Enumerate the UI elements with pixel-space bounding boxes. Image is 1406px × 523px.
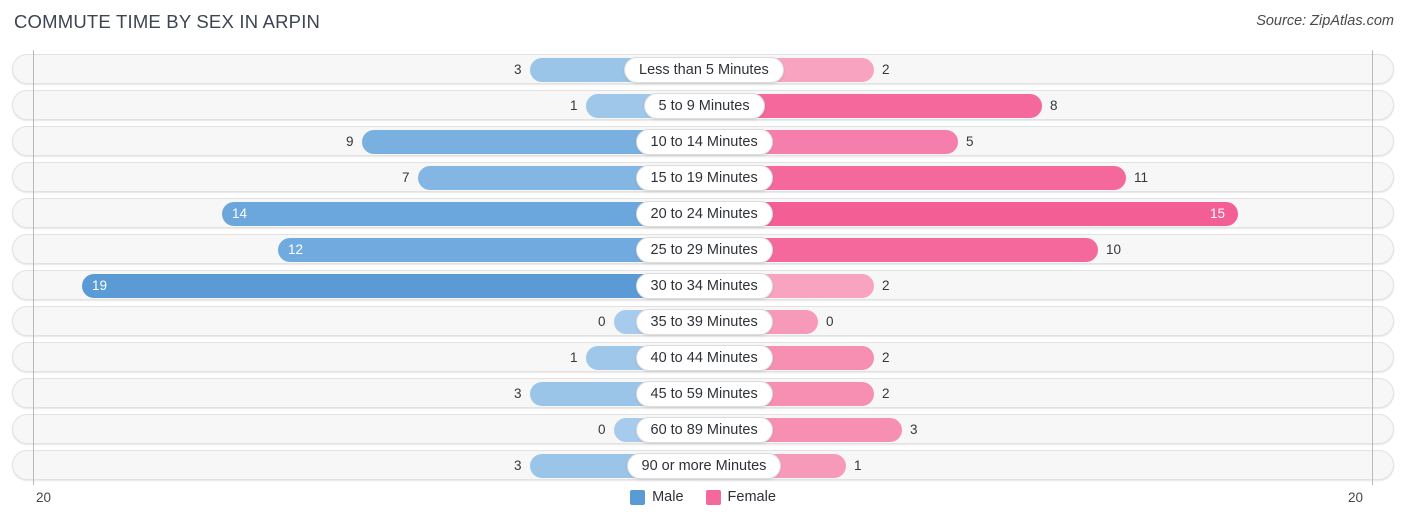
bar-value-male: 1 <box>570 350 578 365</box>
category-label: 10 to 14 Minutes <box>635 129 773 155</box>
bar-value-male: 19 <box>92 278 108 293</box>
legend-swatch-icon <box>630 489 646 505</box>
table-row[interactable]: 7 11 15 to 19 Minutes <box>12 162 1394 192</box>
bar-female[interactable] <box>728 94 1042 118</box>
category-label: 20 to 24 Minutes <box>635 201 773 227</box>
bar-value-female: 3 <box>910 422 918 437</box>
category-label: Less than 5 Minutes <box>624 57 784 83</box>
bar-value-female: 10 <box>1106 242 1122 257</box>
bar-value-female: 2 <box>882 278 890 293</box>
table-row[interactable]: 0 0 35 to 39 Minutes <box>12 306 1394 336</box>
table-row[interactable]: 9 5 10 to 14 Minutes <box>12 126 1394 156</box>
bar-value-male: 3 <box>514 62 522 77</box>
chart-legend: Male Female <box>0 489 1406 505</box>
bar-female[interactable] <box>728 166 1126 190</box>
bar-value-female: 15 <box>1210 206 1226 221</box>
axis-line-right <box>1372 50 1373 485</box>
bar-value-female: 8 <box>1050 98 1058 113</box>
plot-area: 3 2 Less than 5 Minutes 1 8 5 to 9 Minutes 9 5 1… <box>0 50 1406 485</box>
table-row[interactable]: 3 2 Less than 5 Minutes <box>12 54 1394 84</box>
page-title: COMMUTE TIME BY SEX IN ARPIN <box>14 11 321 32</box>
bar-female[interactable] <box>728 238 1098 262</box>
bar-value-female: 1 <box>854 458 862 473</box>
category-label: 30 to 34 Minutes <box>635 273 773 299</box>
legend-label: Male <box>652 489 684 505</box>
bar-value-male: 7 <box>402 170 410 185</box>
table-row[interactable]: 1 8 5 to 9 Minutes <box>12 90 1394 120</box>
bar-value-male: 3 <box>514 458 522 473</box>
bar-value-male: 1 <box>570 98 578 113</box>
legend-item-male[interactable]: Male <box>630 489 684 505</box>
chart-header: COMMUTE TIME BY SEX IN ARPIN Source: Zip… <box>0 0 1406 46</box>
category-label: 15 to 19 Minutes <box>635 165 773 191</box>
category-label: 45 to 59 Minutes <box>635 381 773 407</box>
legend-label: Female <box>727 489 776 505</box>
bar-value-male: 9 <box>346 134 354 149</box>
chart-footer: 20 20 Male Female <box>0 485 1406 523</box>
bar-value-male: 3 <box>514 386 522 401</box>
legend-item-female[interactable]: Female <box>705 489 776 505</box>
bar-value-female: 5 <box>966 134 974 149</box>
bar-value-male: 14 <box>232 206 248 221</box>
bar-male[interactable] <box>82 274 704 298</box>
bar-value-male: 0 <box>598 422 606 437</box>
category-label: 40 to 44 Minutes <box>635 345 773 371</box>
table-row[interactable]: 14 15 20 to 24 Minutes <box>12 198 1394 228</box>
table-row[interactable]: 1 2 40 to 44 Minutes <box>12 342 1394 372</box>
table-row[interactable]: 3 1 90 or more Minutes <box>12 450 1394 480</box>
source-attribution: Source: ZipAtlas.com <box>1256 13 1394 29</box>
category-label: 5 to 9 Minutes <box>643 93 765 119</box>
chart-root: COMMUTE TIME BY SEX IN ARPIN Source: Zip… <box>0 0 1406 523</box>
table-row[interactable]: 0 3 60 to 89 Minutes <box>12 414 1394 444</box>
bar-value-female: 2 <box>882 386 890 401</box>
bar-value-female: 2 <box>882 350 890 365</box>
category-label: 60 to 89 Minutes <box>635 417 773 443</box>
category-label: 25 to 29 Minutes <box>635 237 773 263</box>
bar-value-female: 2 <box>882 62 890 77</box>
bar-male[interactable] <box>222 202 704 226</box>
table-row[interactable]: 3 2 45 to 59 Minutes <box>12 378 1394 408</box>
bar-value-male: 0 <box>598 314 606 329</box>
category-label: 35 to 39 Minutes <box>635 309 773 335</box>
axis-line-left <box>33 50 34 485</box>
bar-value-female: 11 <box>1134 170 1149 185</box>
bar-value-female: 0 <box>826 314 834 329</box>
bar-female[interactable] <box>728 202 1238 226</box>
legend-swatch-icon <box>705 489 721 505</box>
category-label: 90 or more Minutes <box>626 453 782 479</box>
table-row[interactable]: 12 10 25 to 29 Minutes <box>12 234 1394 264</box>
bar-value-male: 12 <box>288 242 304 257</box>
table-row[interactable]: 19 2 30 to 34 Minutes <box>12 270 1394 300</box>
